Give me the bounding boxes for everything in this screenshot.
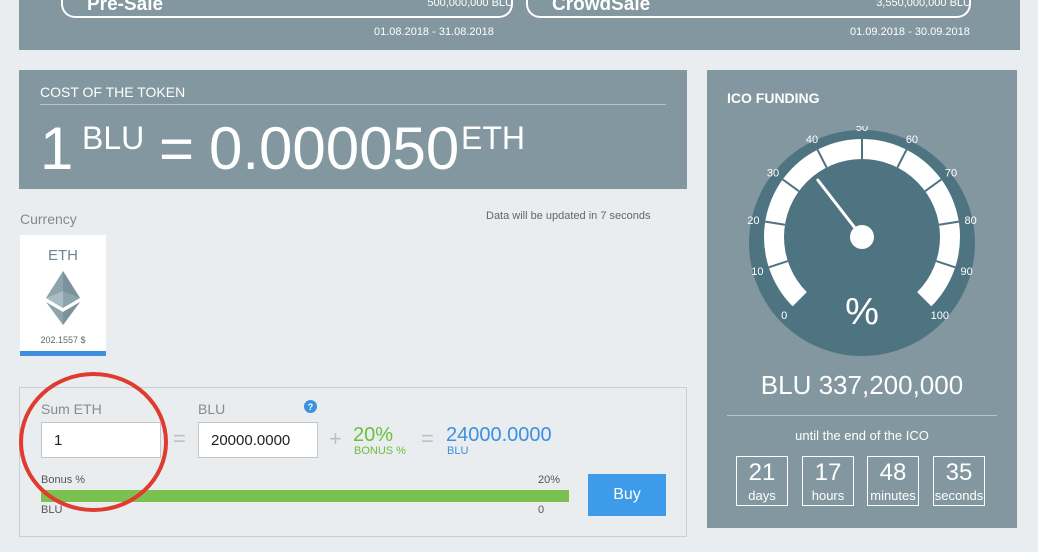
bonus-caption: BONUS % [354, 445, 406, 457]
countdown-hours: 17 hours [802, 456, 854, 506]
crowdsale-card: CrowdSale 3,550,000,000 BLU [526, 0, 971, 18]
presale-card: Pre-Sale 500,000,000 BLU [61, 0, 513, 18]
gauge-hub [850, 225, 874, 249]
ico-funding-title: ICO FUNDING [727, 90, 820, 106]
currency-option-eth[interactable]: ETH 202.1557 $ [20, 235, 106, 356]
gauge-tick-label: 20 [747, 215, 759, 227]
highlight-circle [19, 372, 168, 512]
total-equals-operator: = [421, 426, 434, 451]
crowdsale-dates: 01.09.2018 - 30.09.2018 [850, 26, 970, 38]
crowdsale-amount: 3,550,000,000 BLU [876, 0, 971, 9]
countdown-value: 17 [814, 459, 842, 486]
funding-gauge: 0 10 20 30 40 50 60 70 80 90 100 % [747, 126, 977, 356]
update-note: Data will be updated in 7 seconds [486, 210, 651, 222]
ethereum-icon [46, 271, 80, 325]
gauge-tick-label: 0 [781, 310, 787, 322]
countdown-caption: until the end of the ICO [795, 428, 929, 443]
countdown-value: 48 [879, 459, 907, 486]
gauge-tick-label: 70 [945, 167, 957, 179]
token-cost-label: COST OF THE TOKEN [40, 84, 186, 100]
countdown-minutes: 48 minutes [867, 456, 919, 506]
crowdsale-name: CrowdSale [552, 0, 651, 15]
presale-name: Pre-Sale [87, 0, 164, 15]
bonus-bar-max: 20% [538, 474, 561, 486]
blu-bar-label: BLU [41, 504, 63, 516]
countdown-days: 21 days [736, 456, 788, 506]
divider [727, 415, 997, 416]
currency-code: ETH [48, 247, 78, 264]
token-qty: 1 [40, 115, 74, 182]
svg-text:?: ? [308, 402, 314, 412]
blu-label: BLU [198, 401, 226, 417]
blu-total-unit: BLU [447, 445, 469, 457]
countdown-unit: minutes [870, 488, 916, 503]
gauge-tick-label: 80 [965, 215, 977, 227]
gauge-tick-label: 50 [856, 126, 868, 134]
gauge-tick-label: 100 [931, 310, 949, 322]
presale-amount: 500,000,000 BLU [427, 0, 513, 9]
gauge-tick-label: 40 [806, 134, 818, 146]
price-currency: ETH [461, 120, 525, 156]
countdown-seconds: 35 seconds [933, 456, 985, 506]
buy-button[interactable]: Buy [588, 474, 666, 516]
countdown-unit: seconds [934, 488, 984, 503]
blu-amount-input[interactable] [198, 422, 318, 458]
countdown-value: 35 [945, 459, 973, 486]
bonus-percent: 20% [353, 424, 394, 446]
sale-stages-band: Pre-Sale 500,000,000 BLU 01.08.2018 - 31… [19, 0, 1020, 50]
blu-total: 24000.0000 [446, 424, 552, 446]
blu-bar-value: 0 [538, 504, 545, 516]
equals-operator: = [173, 426, 186, 451]
countdown-unit: days [748, 488, 776, 503]
ico-funding-panel: ICO FUNDING 0 10 20 30 40 50 60 70 80 90 100 % BLU… [707, 70, 1017, 528]
gauge-tick-label: 10 [751, 266, 763, 278]
presale-dates: 01.08.2018 - 31.08.2018 [374, 26, 494, 38]
gauge-tick-label: 30 [767, 167, 779, 179]
divider [40, 104, 666, 105]
question-circle-icon[interactable]: ? [304, 400, 317, 413]
token-unit: BLU [82, 120, 145, 156]
gauge-unit: % [845, 291, 879, 333]
countdown-value: 21 [748, 459, 776, 486]
token-price: 0.000050 [209, 115, 460, 182]
countdown-unit: hours [811, 488, 845, 503]
token-cost-panel: COST OF THE TOKEN 1 BLU = 0.000050 ETH [19, 70, 687, 189]
currency-label: Currency [20, 211, 77, 227]
gauge-tick-label: 90 [960, 266, 972, 278]
currency-price: 202.1557 $ [40, 335, 86, 345]
ico-total-raised: BLU 337,200,000 [760, 370, 964, 400]
gauge-tick-label: 60 [906, 134, 918, 146]
equals-sign: = [159, 115, 195, 182]
plus-operator: + [329, 426, 342, 451]
